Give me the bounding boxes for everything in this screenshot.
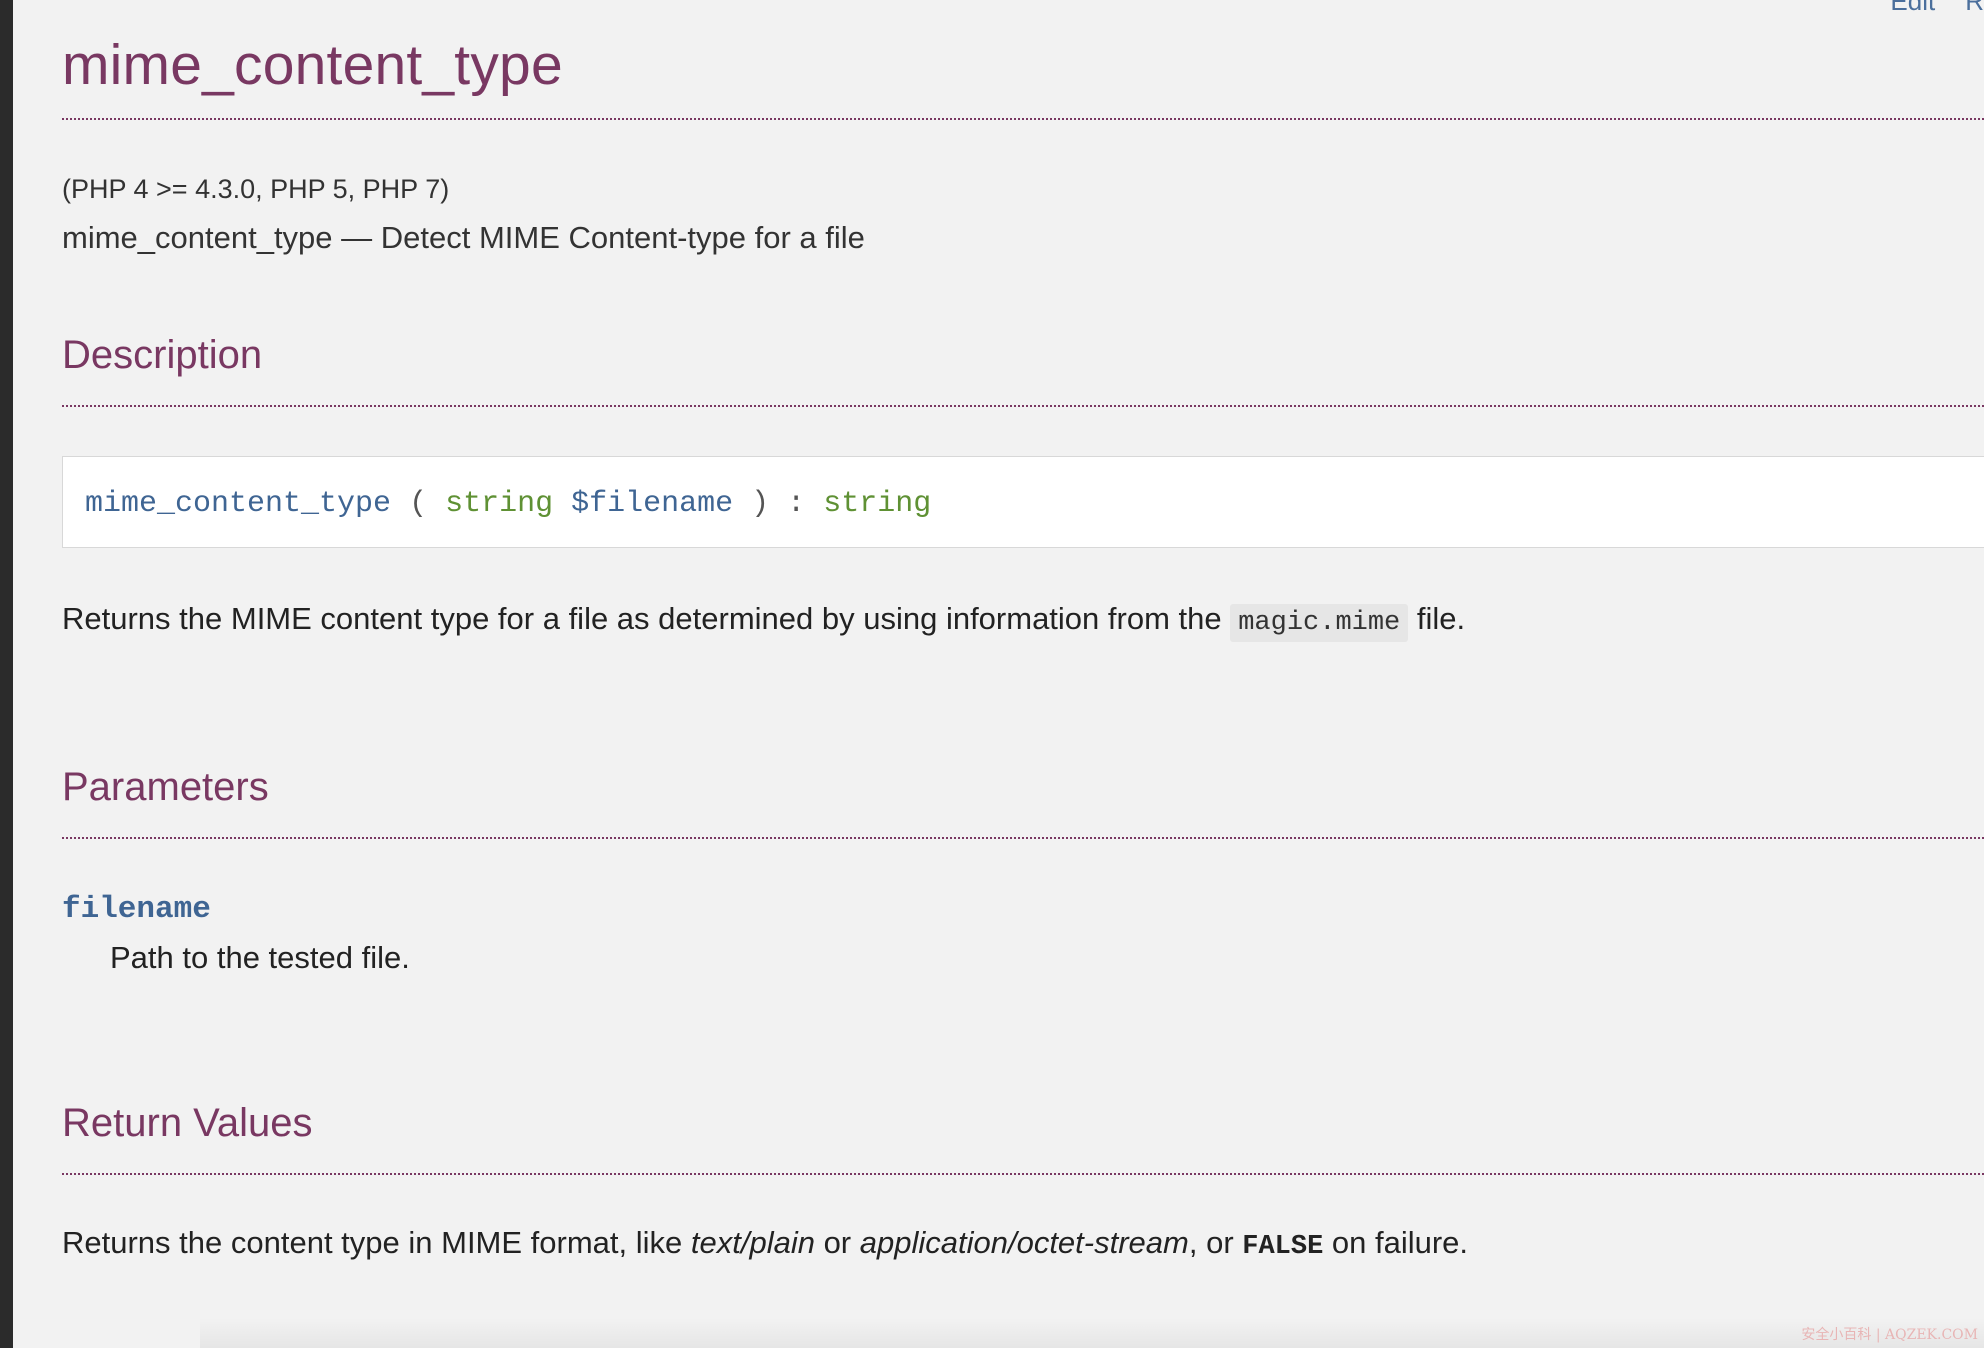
synopsis-line: mime_content_type ( string $filename ) :… [85, 487, 931, 521]
ref-dash: — [332, 220, 381, 255]
param-filename-name: filename [62, 892, 211, 927]
synopsis-param-var: $filename [571, 487, 734, 521]
description-text: Returns the MIME content type for a file… [62, 601, 1466, 642]
synopsis-return-type[interactable]: string [823, 487, 931, 521]
parameters-divider [62, 837, 1984, 839]
return-text-4: on failure. [1323, 1225, 1469, 1260]
title-divider [62, 118, 1984, 120]
return-em-octet-stream: application/octet-stream [859, 1225, 1189, 1260]
false-constant[interactable]: FALSE [1242, 1232, 1323, 1262]
synopsis-param-type[interactable]: string [445, 487, 553, 521]
page-title: mime_content_type [62, 33, 563, 97]
return-values-heading: Return Values [62, 1101, 313, 1145]
synopsis-function-link[interactable]: mime_content_type [85, 487, 391, 521]
version-info: (PHP 4 >= 4.3.0, PHP 5, PHP 7) [62, 174, 450, 204]
return-text-1: Returns the content type in MIME format,… [62, 1225, 691, 1260]
ref-purpose: mime_content_type — Detect MIME Content-… [62, 220, 865, 256]
parameters-heading: Parameters [62, 765, 269, 809]
method-synopsis: mime_content_type ( string $filename ) :… [62, 456, 1984, 548]
php-manual-page: Edit R mime_content_type (PHP 4 >= 4.3.0,… [0, 0, 1984, 1348]
bottom-shadow [200, 1318, 1984, 1348]
description-divider [62, 405, 1984, 407]
watermark: 安全小百科 | AQZEK.COM [1801, 1327, 1978, 1343]
return-values-divider [62, 1173, 1984, 1175]
param-filename-description: Path to the tested file. [110, 940, 410, 975]
ref-name: mime_content_type [62, 220, 333, 255]
top-nav: Edit R [1860, 0, 1984, 17]
description-heading: Description [62, 333, 263, 377]
return-em-text-plain: text/plain [690, 1225, 815, 1260]
ref-purpose-text: Detect MIME Content-type for a file [380, 220, 865, 255]
return-text-2: or [814, 1225, 860, 1260]
synopsis-colon: : [787, 487, 824, 521]
edit-link[interactable]: Edit [1890, 0, 1935, 16]
return-values-text: Returns the content type in MIME format,… [62, 1225, 1468, 1262]
synopsis-close-paren: ) [733, 487, 788, 521]
magic-mime-code: magic.mime [1230, 604, 1409, 642]
return-text-3: , or [1188, 1225, 1243, 1260]
description-text-before: Returns the MIME content type for a file… [62, 601, 1231, 636]
synopsis-open-paren: ( [391, 487, 446, 521]
description-text-after: file. [1408, 601, 1466, 636]
report-bug-link[interactable]: R [1965, 0, 1984, 16]
